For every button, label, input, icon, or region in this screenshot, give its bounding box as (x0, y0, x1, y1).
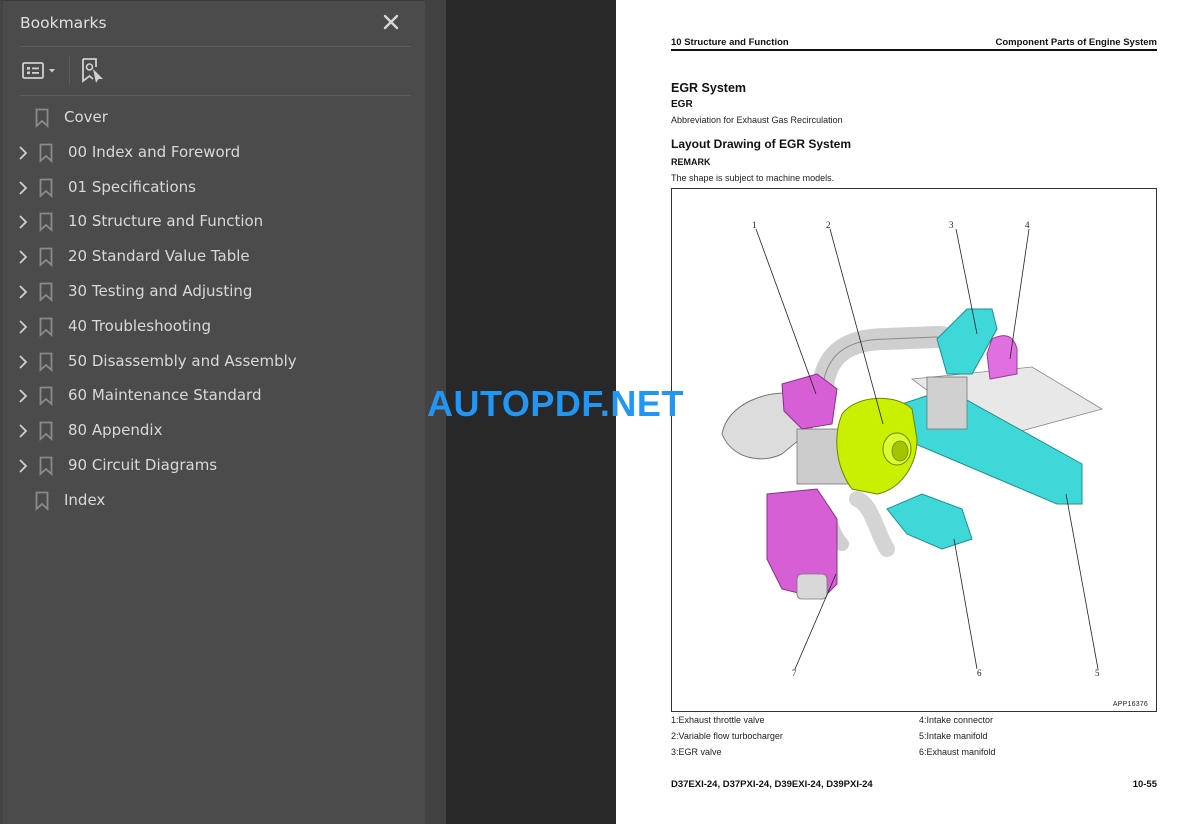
bookmark-item[interactable]: 30 Testing and Adjusting (3, 275, 425, 310)
page-title: EGR System (671, 81, 747, 95)
legend-item: 5:Intake manifold (919, 731, 988, 741)
chevron-right-icon[interactable] (17, 422, 29, 440)
chevron-right-icon[interactable] (17, 318, 29, 336)
callout-1: 1 (752, 220, 757, 230)
bookmark-item[interactable]: Index (3, 484, 425, 519)
watermark-text: AUTOPDF.NET (427, 383, 684, 424)
legend-item: 6:Exhaust manifold (919, 747, 996, 757)
bookmark-label: 20 Standard Value Table (68, 247, 250, 266)
chevron-right-icon[interactable] (17, 179, 29, 197)
callout-4: 4 (1025, 220, 1030, 230)
bookmark-item[interactable]: 01 Specifications (3, 171, 425, 206)
bookmark-icon (39, 143, 53, 163)
bookmark-item[interactable]: 40 Troubleshooting (3, 310, 425, 345)
bookmarks-toolbar (20, 47, 411, 95)
egr-layout-figure: 1 2 3 4 5 6 7 APP16376 (671, 188, 1157, 712)
bookmark-icon (39, 178, 53, 198)
callout-2: 2 (826, 220, 831, 230)
bookmark-icon (39, 212, 53, 233)
header-chapter: 10 Structure and Function (671, 37, 789, 48)
chevron-right-icon[interactable] (17, 248, 29, 266)
bookmark-label: 80 Appendix (68, 421, 163, 440)
pdf-page: 10 Structure and Function Component Part… (616, 0, 1200, 824)
bookmark-label: 01 Specifications (68, 177, 196, 196)
bookmark-item[interactable]: 80 Appendix (3, 414, 425, 449)
pdf-viewer: Bookmarks Cover 00 Index and Foreword 01… (0, 0, 1200, 824)
bookmark-item[interactable]: 50 Disassembly and Assembly (3, 345, 425, 380)
callout-3: 3 (949, 220, 954, 230)
bookmark-item[interactable]: 90 Circuit Diagrams (3, 449, 425, 484)
header-section: Component Parts of Engine System (995, 37, 1157, 48)
remark-text: The shape is subject to machine models. (671, 173, 835, 183)
callout-5: 5 (1095, 668, 1100, 678)
chevron-right-icon[interactable] (17, 387, 29, 405)
bookmark-label: 00 Index and Foreword (68, 142, 241, 161)
bookmarks-panel: Bookmarks Cover 00 Index and Foreword 01… (0, 0, 425, 824)
bookmark-label: 50 Disassembly and Assembly (68, 351, 297, 370)
find-current-bookmark-icon[interactable] (80, 57, 106, 85)
chevron-right-icon[interactable] (17, 457, 29, 475)
remark-label: REMARK (671, 157, 711, 167)
bookmark-label: Index (64, 490, 106, 509)
running-header: 10 Structure and Function Component Part… (671, 37, 1157, 51)
legend-item: 4:Intake connector (919, 715, 994, 725)
chevron-right-icon[interactable] (17, 353, 29, 371)
callout-7: 7 (792, 668, 797, 678)
panel-title: Bookmarks (20, 14, 107, 32)
bookmark-label: Cover (64, 108, 108, 126)
toolbar-separator (69, 55, 70, 85)
bookmark-label: 40 Troubleshooting (68, 316, 212, 335)
exhaust-manifold (886, 493, 973, 550)
section-title: Layout Drawing of EGR System (671, 137, 852, 151)
bookmark-label: 90 Circuit Diagrams (68, 455, 218, 474)
engine-illustration (721, 228, 1104, 670)
footer-models: D37EXI-24, D37PXI-24, D39EXI-24, D39PXI-… (671, 779, 873, 790)
term: EGR (671, 99, 693, 110)
bookmark-icon (35, 491, 49, 511)
bookmark-options-icon[interactable] (20, 58, 62, 84)
bookmark-icon (39, 386, 53, 407)
bookmark-icon (39, 456, 53, 477)
bookmark-icon (39, 317, 53, 337)
bookmark-label: 60 Maintenance Standard (68, 386, 262, 405)
close-icon[interactable] (380, 11, 402, 33)
bookmark-icon (35, 108, 49, 129)
legend-item: 3:EGR valve (671, 747, 722, 757)
figure-id: APP16376 (1112, 701, 1148, 708)
bookmark-item[interactable]: 60 Maintenance Standard (3, 379, 425, 414)
bookmark-item[interactable]: 20 Standard Value Table (3, 240, 425, 275)
chevron-right-icon[interactable] (17, 144, 29, 162)
bookmark-label: 10 Structure and Function (68, 212, 264, 231)
page-number: 10-55 (1132, 779, 1157, 790)
bookmark-item[interactable]: 10 Structure and Function (3, 205, 425, 240)
divider (20, 95, 411, 96)
bookmark-label: 30 Testing and Adjusting (68, 281, 253, 300)
bookmarks-header: Bookmarks (20, 1, 411, 47)
bookmark-icon (39, 352, 53, 372)
bookmark-list: Cover 00 Index and Foreword 01 Specificati… (3, 101, 425, 519)
bookmark-icon (39, 247, 53, 268)
bracket (926, 376, 968, 430)
callout-6: 6 (977, 668, 982, 678)
bookmark-icon (39, 421, 53, 442)
bookmark-icon (39, 282, 53, 303)
legend-item: 2:Variable flow turbocharger (671, 731, 783, 741)
bookmark-item[interactable]: 00 Index and Foreword (3, 136, 425, 171)
legend-item: 1:Exhaust throttle valve (671, 715, 765, 725)
bookmark-item[interactable]: Cover (3, 101, 425, 136)
chevron-right-icon[interactable] (17, 283, 29, 301)
term-definition: Abbreviation for Exhaust Gas Recirculati… (671, 115, 843, 125)
chevron-right-icon[interactable] (17, 213, 29, 231)
